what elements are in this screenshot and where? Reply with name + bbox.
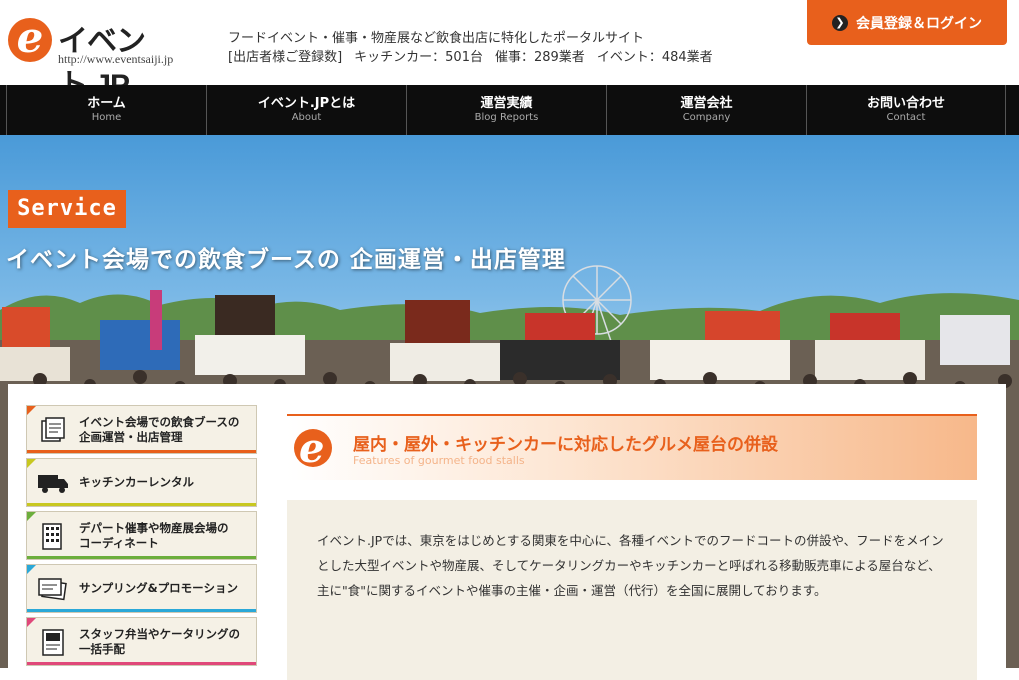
site-tagline: フードイベント・催事・物産展など飲食出店に特化したポータルサイト xyxy=(228,31,645,46)
nav-label-ja: お問い合わせ xyxy=(866,96,945,111)
svg-text:e: e xyxy=(299,425,324,470)
nav-label-en: Blog Reports xyxy=(474,112,539,123)
section-heading-en: Features of gourmet food stalls xyxy=(353,454,525,467)
corner-accent xyxy=(27,512,36,521)
corner-accent xyxy=(27,406,36,415)
nav-label-ja: ホーム xyxy=(87,96,126,111)
color-bar xyxy=(27,556,256,559)
sidebar-item-sampling-promotion[interactable]: サンプリング&プロモーション xyxy=(26,564,257,613)
service-badge: Service xyxy=(8,190,126,228)
sidebar-item-catering[interactable]: スタッフ弁当やケータリングの 一括手配 xyxy=(26,617,257,666)
nav-label-en: Company xyxy=(682,112,731,123)
global-nav: ホーム Home イベント.JPとは About 運営実績 Blog Repor… xyxy=(0,85,1019,135)
stat-saiji: 催事：289業者 xyxy=(494,50,585,65)
stats-prefix: [出店者様ご登録数] xyxy=(228,50,343,65)
e-logo-icon: e xyxy=(294,425,332,470)
nav-item-contact[interactable]: お問い合わせ Contact xyxy=(806,85,1006,135)
sidebar-item-label: スタッフ弁当やケータリングの 一括手配 xyxy=(79,626,240,656)
sidebar-item-label: デパート催事や物産展会場の コーディネート xyxy=(79,520,229,550)
sidebar-item-event-booth[interactable]: イベント会場での飲食ブースの 企画運営・出店管理 xyxy=(26,405,257,454)
color-bar xyxy=(27,450,256,453)
main-content: e 屋内・屋外・キッチンカーに対応したグルメ屋台の併設 Features of … xyxy=(287,414,977,680)
nav-label-ja: 運営実績 xyxy=(480,96,533,111)
hero-title: イベント会場での飲食ブースの 企画運営・出店管理 xyxy=(6,247,566,273)
nav-label-ja: 運営会社 xyxy=(680,96,733,111)
color-bar xyxy=(27,609,256,612)
intro-text: イベント.JPでは、東京をはじめとする関東を中心に、各種イベントでのフードコート… xyxy=(287,500,977,680)
sidebar-item-label: キッチンカーレンタル xyxy=(79,475,194,489)
menu-icon xyxy=(35,624,71,660)
registration-stats: [出店者様ご登録数] キッチンカー：501台 催事：289業者 イベント：484業者 xyxy=(228,46,725,65)
document-icon xyxy=(35,412,71,448)
nav-label-en: Home xyxy=(91,112,122,123)
section-heading-ja: 屋内・屋外・キッチンカーに対応したグルメ屋台の併設 xyxy=(353,435,778,455)
nav-label-en: About xyxy=(291,112,322,123)
service-sidebar: イベント会場での飲食ブースの 企画運営・出店管理 キッチンカーレンタル デパート… xyxy=(26,405,257,670)
site-logo[interactable]: e イベント.JP http://www.eventsaiji.jp xyxy=(6,14,196,102)
corner-accent xyxy=(27,459,36,468)
stat-kitchen-car: キッチンカー：501台 xyxy=(354,50,483,65)
truck-icon xyxy=(35,465,71,501)
sidebar-item-label: サンプリング&プロモーション xyxy=(79,581,238,595)
chevron-right-icon: ❯ xyxy=(832,14,848,31)
nav-label-ja: イベント.JPとは xyxy=(257,96,356,111)
corner-accent xyxy=(27,618,36,627)
nav-item-blog-reports[interactable]: 運営実績 Blog Reports xyxy=(406,85,606,135)
sidebar-item-label: イベント会場での飲食ブースの 企画運営・出店管理 xyxy=(79,414,240,444)
site-header: e イベント.JP http://www.eventsaiji.jp フードイベ… xyxy=(0,0,1019,102)
nav-label-en: Contact xyxy=(886,112,926,123)
sidebar-item-department-store[interactable]: デパート催事や物産展会場の コーディネート xyxy=(26,511,257,560)
logo-url: http://www.eventsaiji.jp xyxy=(58,52,174,66)
logo-e-icon: e xyxy=(8,17,52,62)
nav-item-about[interactable]: イベント.JPとは About xyxy=(206,85,406,135)
member-login-button[interactable]: ❯ 会員登録＆ログイン xyxy=(807,0,1007,45)
nav-item-company[interactable]: 運営会社 Company xyxy=(606,85,806,135)
color-bar xyxy=(27,503,256,506)
stat-event: イベント：484業者 xyxy=(596,50,713,65)
corner-accent xyxy=(27,565,36,574)
nav-item-home[interactable]: ホーム Home xyxy=(6,85,206,135)
member-login-label: 会員登録＆ログイン xyxy=(856,15,982,32)
sidebar-item-kitchen-car-rental[interactable]: キッチンカーレンタル xyxy=(26,458,257,507)
sample-card-icon xyxy=(35,571,71,607)
building-icon xyxy=(35,518,71,554)
section-heading: e 屋内・屋外・キッチンカーに対応したグルメ屋台の併設 Features of … xyxy=(287,414,977,480)
color-bar xyxy=(27,662,256,665)
